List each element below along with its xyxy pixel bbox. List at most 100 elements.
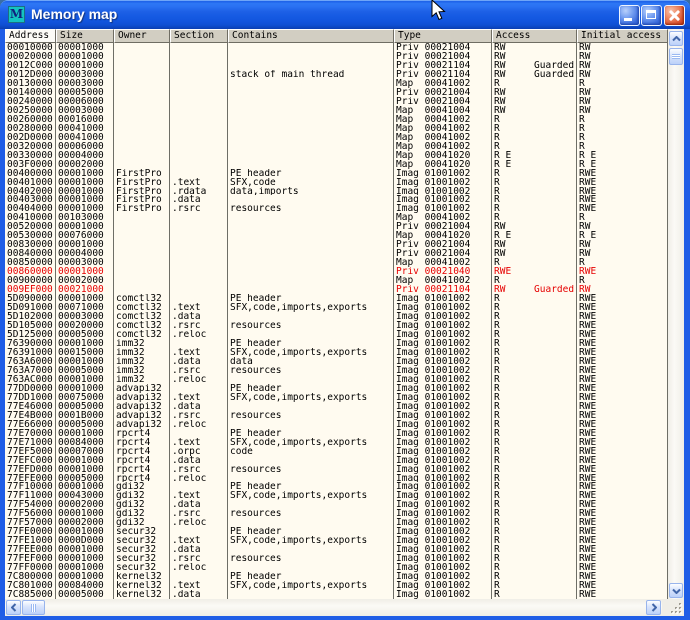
table-row[interactable]: 5D10500000020000comctl32.rsrcresourcesIm… (5, 321, 668, 330)
table-row[interactable]: 77EFC00000001000rpcrt4.dataImag 01001002… (5, 456, 668, 465)
table-row[interactable]: 77FF000000001000secur32.relocImag 010010… (5, 563, 668, 572)
horizontal-scroll-thumb[interactable] (22, 600, 45, 615)
table-row[interactable]: 0041000000103000Map 00041002RR (5, 213, 668, 222)
table-row[interactable]: 7C80000000001000kernel32PE headerImag 01… (5, 572, 668, 581)
cell-access: R (492, 303, 577, 312)
minimize-button[interactable] (619, 5, 640, 26)
table-row[interactable]: 0032000000006000Map 00041002RR (5, 142, 668, 151)
vertical-scroll-thumb[interactable] (669, 48, 683, 65)
maximize-button[interactable] (641, 5, 662, 26)
table-row[interactable]: 0085000000003000Map 00041002RR (5, 258, 668, 267)
cell-initial-access: RWE (577, 572, 668, 581)
table-row[interactable]: 0040300000001000FirstPro.dataImag 010010… (5, 195, 668, 204)
column-header-section[interactable]: Section (170, 29, 228, 43)
cell-section (170, 124, 228, 133)
scroll-left-button[interactable] (6, 600, 21, 615)
table-row[interactable]: 5D09000000001000comctl32PE headerImag 01… (5, 294, 668, 303)
cell-access: R (492, 195, 577, 204)
scroll-up-button[interactable] (669, 31, 683, 46)
table-row[interactable]: 0083000000001000Priv 00021004RWRW (5, 240, 668, 249)
table-row[interactable]: 009EF00000021000Priv 00021104RW GuardedR… (5, 285, 668, 294)
table-row[interactable]: 77F5700000002000gdi32.relocImag 01001002… (5, 518, 668, 527)
table-row[interactable]: 002D000000041000Map 00041002RR (5, 133, 668, 142)
table-row[interactable]: 0025000000003000Map 00041004RWRW (5, 106, 668, 115)
table-row[interactable]: 77E7100000084000rpcrt4.textSFX,code,impo… (5, 438, 668, 447)
table-row[interactable]: 0033000000004000Map 00041020R ER E (5, 151, 668, 160)
table-row[interactable]: 5D09100000071000comctl32.textSFX,code,im… (5, 303, 668, 312)
cell-size: 00005000 (56, 330, 114, 339)
column-header-owner[interactable]: Owner (114, 29, 170, 43)
table-row[interactable]: 77DD000000001000advapi32PE headerImag 01… (5, 384, 668, 393)
cell-address: 7C801000 (5, 581, 56, 590)
column-header-size[interactable]: Size (56, 29, 114, 43)
scroll-down-button[interactable] (669, 583, 683, 598)
table-row[interactable]: 7639000000001000imm32PE headerImag 01001… (5, 339, 668, 348)
table-row[interactable]: 77FE000000001000secur32PE headerImag 010… (5, 527, 668, 536)
column-header-contains[interactable]: Contains (228, 29, 394, 43)
table-row[interactable]: 77E7000000001000rpcrt4PE headerImag 0100… (5, 429, 668, 438)
table-row[interactable]: 77FEE00000001000secur32.dataImag 0100100… (5, 545, 668, 554)
table-row[interactable]: 0012C00000001000Priv 00021104RW GuardedR… (5, 61, 668, 70)
table-row[interactable]: 77EFE00000005000rpcrt4.relocImag 0100100… (5, 474, 668, 483)
close-button[interactable] (664, 5, 685, 26)
cell-contains (228, 151, 394, 160)
table-row[interactable]: 0053000000076000Map 00041020R ER E (5, 231, 668, 240)
table-row[interactable]: 77FEF00000001000secur32.rsrcresourcesIma… (5, 554, 668, 563)
column-header-address[interactable]: Address (5, 29, 56, 43)
table-row[interactable]: 0086000000001000Priv 00021040RWERWE (5, 267, 668, 276)
table-row[interactable]: 0040400000001000FirstPro.rsrcresourcesIm… (5, 204, 668, 213)
table-row[interactable]: 0002000000001000Priv 00021004RWRW (5, 52, 668, 61)
table-row[interactable]: 0001000000001000Priv 00021004RWRW (5, 43, 668, 52)
table-row[interactable]: 763A700000005000imm32.rsrcresourcesImag … (5, 366, 668, 375)
column-header-type[interactable]: Type (394, 29, 492, 43)
thumb-grip-icon (672, 54, 680, 59)
column-header-initial-access[interactable]: Initial access (577, 29, 668, 43)
table-row[interactable]: 5D10200000003000comctl32.dataImag 010010… (5, 312, 668, 321)
scroll-right-button[interactable] (646, 600, 661, 615)
resize-grip[interactable] (662, 599, 684, 616)
table-row[interactable]: 0026000000016000Map 00041002RR (5, 115, 668, 124)
table-row[interactable]: 77E6600000005000advapi32.relocImag 01001… (5, 420, 668, 429)
table-row[interactable]: 77F1100000043000gdi32.textSFX,code,impor… (5, 491, 668, 500)
table-row[interactable]: 0040200000001000FirstPro.rdatadata,impor… (5, 187, 668, 196)
table-row[interactable]: 7639100000015000imm32.textSFX,code,impor… (5, 348, 668, 357)
table-row[interactable]: 0084000000004000Priv 00021004RWRW (5, 249, 668, 258)
table-row[interactable]: 77E4600000005000advapi32.dataImag 010010… (5, 402, 668, 411)
table-row[interactable]: 77F1000000001000gdi32PE headerImag 01001… (5, 482, 668, 491)
table-row[interactable]: 77EF500000007000rpcrt4.orpccodeImag 0100… (5, 447, 668, 456)
table-row[interactable]: 0052000000001000Priv 00021004RWRW (5, 222, 668, 231)
table-row[interactable]: 7C88500000005000kernel32.dataImag 010010… (5, 590, 668, 599)
cell-contains: resources (228, 204, 394, 213)
table-row[interactable]: 77FE10000000D000secur32.textSFX,code,imp… (5, 536, 668, 545)
vertical-scrollbar[interactable] (668, 29, 684, 599)
table-row[interactable]: 5D12500000005000comctl32.relocImag 01001… (5, 330, 668, 339)
cell-address: 00400000 (5, 169, 56, 178)
title-bar[interactable]: M Memory map (0, 0, 690, 29)
cell-address: 00410000 (5, 213, 56, 222)
horizontal-scrollbar[interactable] (5, 599, 662, 616)
cell-address: 00401000 (5, 178, 56, 187)
table-row[interactable]: 77EFD00000001000rpcrt4.rsrcresourcesImag… (5, 465, 668, 474)
table-row[interactable]: 7C80100000084000kernel32.textSFX,code,im… (5, 581, 668, 590)
table-row[interactable]: 0040100000001000FirstPro.textSFX,codeIma… (5, 178, 668, 187)
table-row[interactable]: 763AC00000001000imm32.relocImag 01001002… (5, 375, 668, 384)
table-row[interactable]: 77DD100000075000advapi32.textSFX,code,im… (5, 393, 668, 402)
cell-contains (228, 133, 394, 142)
table-row[interactable]: 0040000000001000FirstProPE headerImag 01… (5, 169, 668, 178)
table-row[interactable]: 0024000000006000Priv 00021004RWRW (5, 97, 668, 106)
table-row[interactable]: 0014000000005000Priv 00021004RWRW (5, 88, 668, 97)
cell-address: 0012C000 (5, 61, 56, 70)
table-row[interactable]: 0028000000041000Map 00041002RR (5, 124, 668, 133)
table-row[interactable]: 003F000000002000Map 00041020R ER E (5, 160, 668, 169)
table-row[interactable]: 0013000000003000Map 00041002RR (5, 79, 668, 88)
cell-contains: resources (228, 509, 394, 518)
table-row[interactable]: 77F5400000002000gdi32.dataImag 01001002R… (5, 500, 668, 509)
cell-owner: kernel32 (114, 590, 170, 599)
table-row[interactable]: 0012D00000003000stack of main threadPriv… (5, 70, 668, 79)
table-row[interactable]: 0090000000002000Map 00041002RR (5, 276, 668, 285)
cell-size: 00016000 (56, 115, 114, 124)
table-row[interactable]: 763A600000001000imm32.datadataImag 01001… (5, 357, 668, 366)
table-row[interactable]: 77E4B0000001B000advapi32.rsrcresourcesIm… (5, 411, 668, 420)
table-row[interactable]: 77F5600000001000gdi32.rsrcresourcesImag … (5, 509, 668, 518)
column-header-access[interactable]: Access (492, 29, 577, 43)
